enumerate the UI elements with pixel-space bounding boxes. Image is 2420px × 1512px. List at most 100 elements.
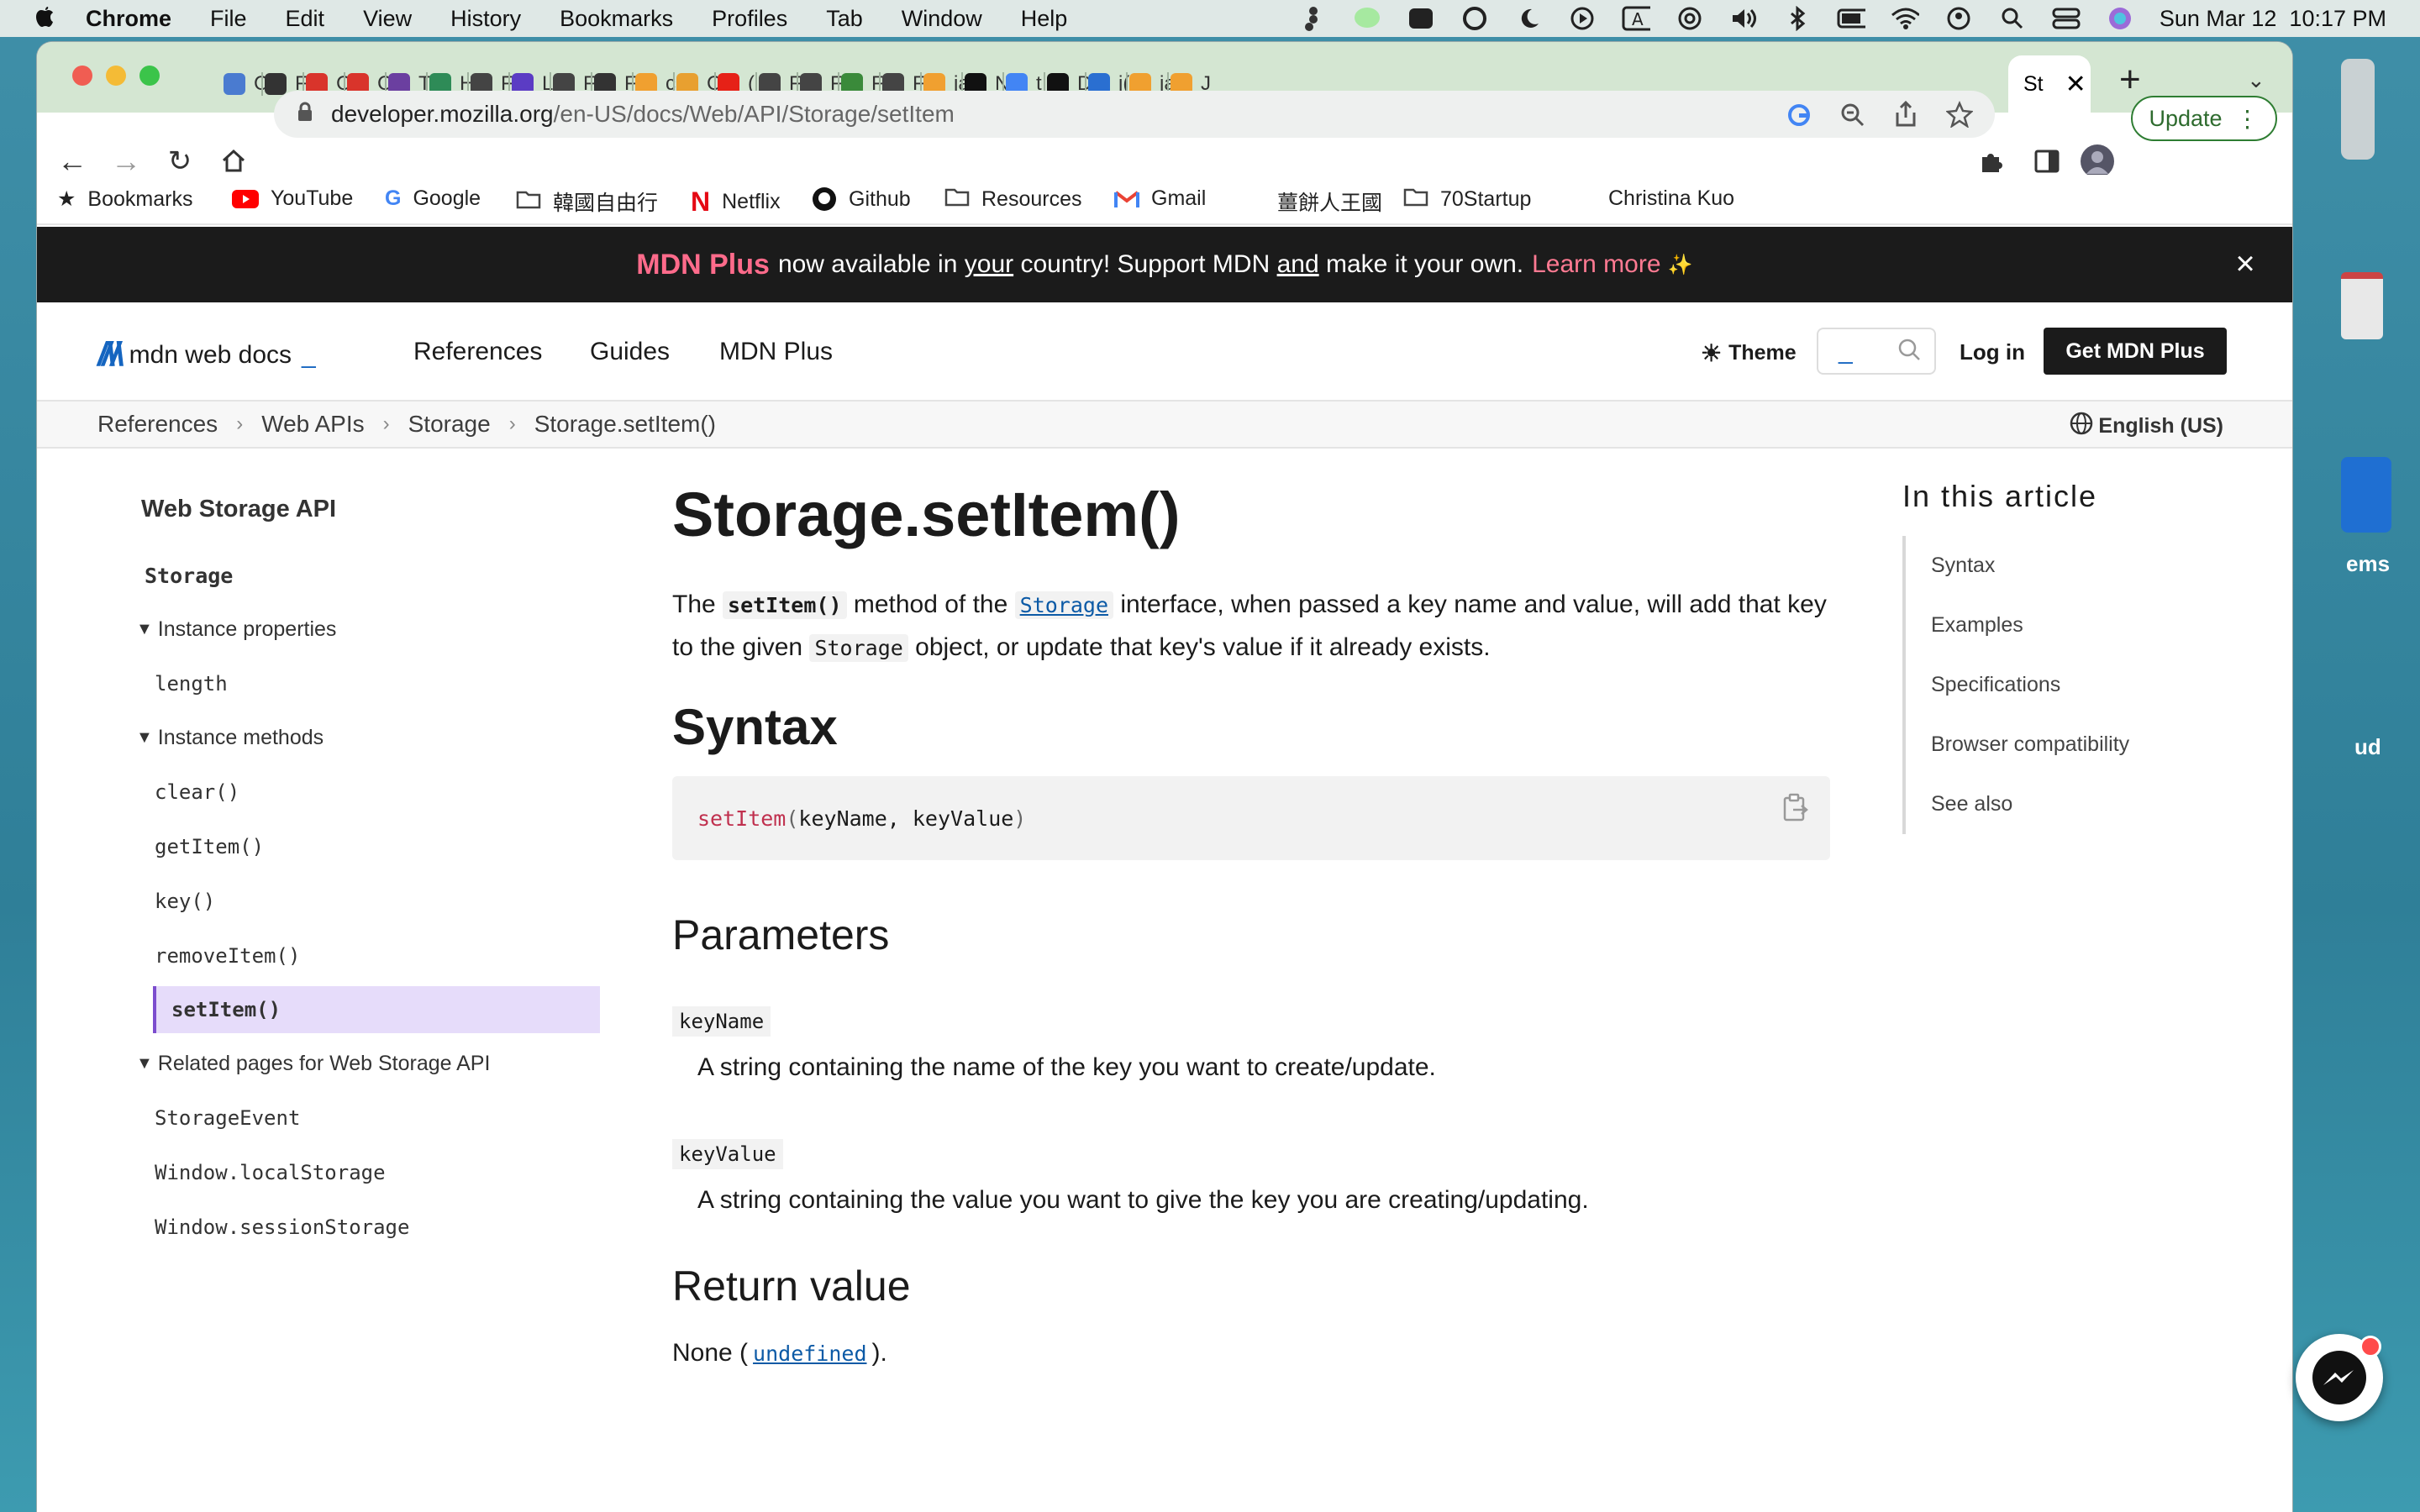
desktop-folder-icon[interactable]: [2341, 457, 2391, 533]
toc-link-see-also[interactable]: See also: [1931, 774, 2255, 834]
input-source-icon[interactable]: A: [1622, 6, 1650, 31]
desktop-document-icon[interactable]: [2341, 272, 2383, 339]
menu-tab[interactable]: Tab: [826, 6, 863, 32]
nav-guides[interactable]: Guides: [590, 338, 670, 366]
address-bar[interactable]: developer.mozilla.org/en-US/docs/Web/API…: [274, 91, 1995, 138]
wifi-icon[interactable]: [1891, 6, 1919, 31]
sidebar-section-instance-methods[interactable]: ▼ Instance methods: [136, 711, 600, 764]
lock-icon[interactable]: [297, 101, 313, 128]
tab-search-chevron-icon[interactable]: ⌄: [2247, 67, 2265, 93]
breadcrumb-references[interactable]: References: [97, 411, 218, 438]
sidebar-item-key[interactable]: key(): [96, 874, 600, 928]
bookmark-label: Google: [413, 186, 481, 210]
bookmark-github[interactable]: Github: [812, 186, 911, 212]
menu-file[interactable]: File: [210, 6, 247, 32]
mdn-logo[interactable]: //\/\ mdn web docs _: [97, 336, 316, 374]
more-menu-icon[interactable]: ⋮: [2236, 105, 2260, 133]
banner-close-icon[interactable]: ×: [2228, 247, 2262, 281]
sidebar-item-storageevent[interactable]: StorageEvent: [96, 1090, 600, 1145]
creative-cloud-icon[interactable]: [1460, 6, 1489, 31]
sidebar-item-sessionstorage[interactable]: Window.sessionStorage: [96, 1200, 600, 1254]
menu-profiles[interactable]: Profiles: [712, 6, 787, 32]
control-center-icon[interactable]: [2052, 6, 2081, 31]
menu-help[interactable]: Help: [1021, 6, 1068, 32]
volume-icon[interactable]: [1729, 6, 1758, 31]
menu-history[interactable]: History: [450, 6, 521, 32]
bookmark-gmail[interactable]: Gmail: [1114, 186, 1206, 211]
parameters-heading[interactable]: Parameters: [672, 911, 1832, 959]
breadcrumb-web-apis[interactable]: Web APIs: [261, 411, 364, 438]
theme-toggle[interactable]: ☀ Theme: [1701, 339, 1797, 367]
share-icon[interactable]: [1894, 100, 1918, 134]
sidebar-item-length[interactable]: length: [96, 656, 600, 711]
search-icon[interactable]: [1897, 338, 1921, 365]
sidebar-item-storage[interactable]: Storage: [145, 549, 600, 602]
language-switcher[interactable]: English (US): [2070, 412, 2223, 441]
syntax-heading[interactable]: Syntax: [672, 698, 1832, 756]
bookmark-folder-resources[interactable]: Resources: [944, 186, 1082, 213]
bookmark-gingerbread-kingdom[interactable]: 薑餅人王國: [1277, 186, 1382, 217]
sidebar-item-removeitem[interactable]: removeItem(): [96, 928, 600, 983]
sidebar-item-setitem[interactable]: setItem(): [153, 986, 600, 1033]
menu-app-name[interactable]: Chrome: [86, 6, 171, 32]
copy-to-clipboard-icon[interactable]: [1781, 793, 1808, 822]
battery-icon[interactable]: [1837, 6, 1865, 31]
bookmark-folder-70startup[interactable]: 70Startup: [1403, 186, 1531, 213]
close-tab-icon[interactable]: ✕: [2065, 70, 2086, 99]
menu-clock[interactable]: Sun Mar 12 10:17 PM: [2160, 6, 2386, 32]
menu-window[interactable]: Window: [902, 6, 982, 32]
sidebar-section-instance-properties[interactable]: ▼ Instance properties: [136, 602, 600, 656]
bookmark-google[interactable]: G Google: [385, 186, 481, 211]
active-tab[interactable]: St ✕: [2008, 55, 2091, 113]
desktop-file-icon[interactable]: [2341, 59, 2375, 160]
bookmark-bookmarks[interactable]: ★ Bookmarks: [57, 186, 192, 212]
sidebar-item-localstorage[interactable]: Window.localStorage: [96, 1145, 600, 1200]
toc-link-specifications[interactable]: Specifications: [1931, 655, 2255, 715]
night-shift-moon-icon[interactable]: [1514, 6, 1543, 31]
siri-icon[interactable]: [2106, 6, 2134, 31]
user-account-icon[interactable]: [1944, 6, 1973, 31]
zoom-window-button[interactable]: [139, 66, 160, 86]
toc-link-examples[interactable]: Examples: [1931, 596, 2255, 655]
return-value-heading[interactable]: Return value: [672, 1262, 1832, 1310]
storage-link[interactable]: Storage: [1020, 593, 1108, 617]
bookmark-folder-korea-trip[interactable]: 韓國自由行: [516, 186, 658, 217]
menu-bookmarks[interactable]: Bookmarks: [560, 6, 673, 32]
play-circle-icon[interactable]: [1568, 6, 1597, 31]
update-button[interactable]: Update ⋮: [2131, 96, 2277, 141]
minimize-window-button[interactable]: [106, 66, 126, 86]
menu-view[interactable]: View: [363, 6, 412, 32]
bookmark-christina-kuo[interactable]: Christina Kuo: [1608, 186, 1734, 211]
login-link[interactable]: Log in: [1960, 339, 2025, 365]
banner-learn-more-link[interactable]: Learn more: [1532, 250, 1660, 279]
get-mdn-plus-button[interactable]: Get MDN Plus: [2044, 328, 2227, 375]
new-tab-button[interactable]: +: [2119, 59, 2141, 101]
bluetooth-icon[interactable]: [1783, 6, 1812, 31]
airdrop-icon[interactable]: [1676, 6, 1704, 31]
zoom-icon[interactable]: [1840, 102, 1865, 134]
sidebar-title[interactable]: Web Storage API: [141, 496, 600, 523]
breadcrumb-storage[interactable]: Storage: [408, 411, 491, 438]
mosaic-icon[interactable]: [1407, 6, 1435, 31]
nav-references[interactable]: References: [413, 338, 542, 366]
menu-edit[interactable]: Edit: [286, 6, 325, 32]
undefined-link[interactable]: undefined: [753, 1341, 866, 1366]
bookmark-youtube[interactable]: YouTube: [232, 186, 353, 211]
sidebar-item-clear[interactable]: clear(): [96, 764, 600, 819]
nav-mdn-plus[interactable]: MDN Plus: [719, 338, 833, 366]
bookmark-netflix[interactable]: N Netflix: [691, 186, 781, 218]
page-title: Storage.setItem(): [672, 480, 1181, 549]
apple-menu-icon[interactable]: [32, 3, 57, 35]
sidebar-section-related-pages[interactable]: ▼ Related pages for Web Storage API: [136, 1037, 600, 1090]
line-icon[interactable]: [1353, 6, 1381, 31]
google-lens-icon[interactable]: [1786, 102, 1812, 134]
toc-link-syntax[interactable]: Syntax: [1931, 536, 2255, 596]
site-search-box[interactable]: _: [1817, 328, 1936, 375]
spotlight-search-icon[interactable]: [1998, 6, 2027, 31]
breadcrumb-current[interactable]: Storage.setItem(): [534, 411, 716, 438]
bookmark-star-icon[interactable]: [1945, 100, 1974, 134]
close-window-button[interactable]: [72, 66, 92, 86]
figma-icon[interactable]: [1299, 6, 1328, 31]
sidebar-item-getitem[interactable]: getItem(): [96, 819, 600, 874]
toc-link-browser-compatibility[interactable]: Browser compatibility: [1931, 715, 2255, 774]
